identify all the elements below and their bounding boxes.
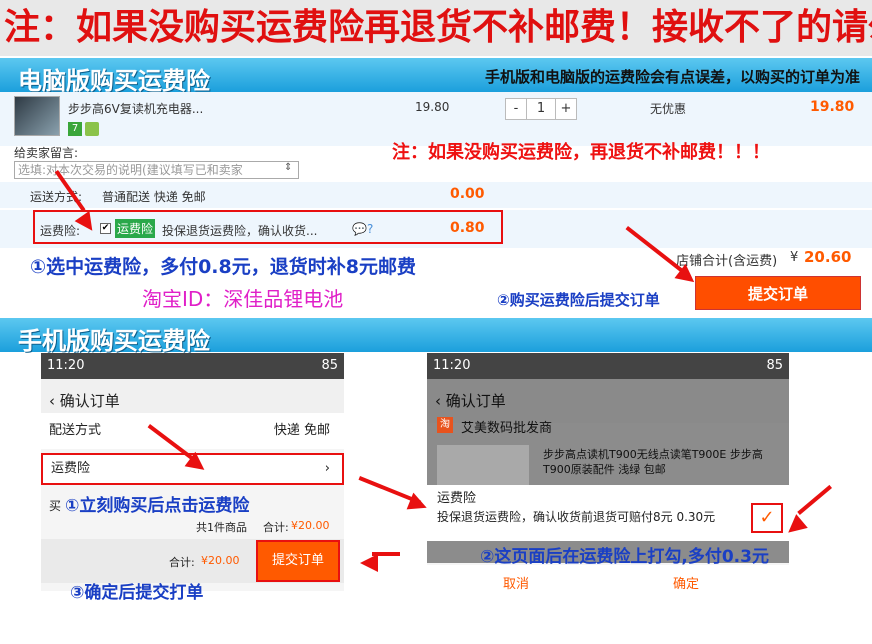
chevron-right-icon: › <box>324 461 330 476</box>
shipping-price: 0.00 <box>450 186 485 202</box>
message-label: 给卖家留言: <box>14 146 79 160</box>
right-product-title: 步步高点读机T900无线点读笔T900E 步步高T900原装配件 浅绿 包邮 <box>543 448 763 476</box>
pc-step2-text: ②购买运费险后提交订单 <box>497 291 660 309</box>
insurance-label: 运费险: <box>40 224 81 238</box>
info-icon[interactable]: 💬? <box>352 222 373 236</box>
delivery-row[interactable]: 配送方式 快递 免邮 <box>41 413 344 449</box>
popup-title: 运费险 <box>437 491 477 506</box>
pc-header-note: 手机版和电脑版的运费险会有点误差，以购买的订单为准 <box>484 68 860 86</box>
pc-section-header: 电脑版购买运费险 手机版和电脑版的运费险会有点误差，以购买的订单为准 <box>0 58 872 95</box>
pc-step1-text: ①选中运费险，多付0.8元，退货时补8元邮费 <box>30 256 416 278</box>
insurance-price: 0.80 <box>450 220 485 236</box>
shop-total-value: 20.60 <box>804 248 852 266</box>
quantity-stepper[interactable]: - 1 + <box>505 98 577 120</box>
bottom-total-value: ¥20.00 <box>201 554 240 567</box>
product-thumbnail[interactable] <box>14 96 60 136</box>
insurance-desc: 投保退货运费险，确认收货... <box>162 224 318 238</box>
delivery-value: 快递 免邮 <box>273 423 330 438</box>
cancel-button[interactable]: 取消 <box>503 573 529 592</box>
pc-submit-button[interactable]: 提交订单 <box>695 276 861 310</box>
qty-plus-button[interactable]: + <box>556 99 576 119</box>
right-product-image <box>437 445 529 485</box>
shipping-value: 普通配送 快递 免邮 <box>102 190 206 204</box>
popup-actions <box>427 565 789 603</box>
seven-day-return-icon: 7 <box>68 122 82 136</box>
right-battery: 85 <box>766 358 783 373</box>
right-time: 11:20 <box>433 358 471 373</box>
left-nav-title: 确认订单 <box>59 392 120 410</box>
item-count: 共1件商品 <box>196 521 247 534</box>
right-nav-title: 确认订单 <box>445 392 506 410</box>
discount-text: 无优惠 <box>650 102 687 116</box>
insurance-check-icon[interactable]: ✓ <box>751 503 783 533</box>
left-time: 11:20 <box>47 358 85 373</box>
bottom-total-label: 合计: <box>169 556 195 569</box>
left-status-bar: 11:20 85 <box>41 353 344 379</box>
mobile-step2-text: ②这页面后在运费险上打勾,多付0.3元 <box>480 547 769 567</box>
select-arrow-icon: ⇕ <box>284 162 293 173</box>
right-status-bar: 11:20 85 <box>427 353 789 379</box>
shop-total-label: 店铺合计(含运费) <box>676 254 778 269</box>
insurance-checkbox[interactable]: ✔ <box>100 223 111 234</box>
left-insurance-label: 运费险 <box>51 461 91 476</box>
mobile-header-title: 手机版购买运费险 <box>18 327 210 355</box>
right-back-icon[interactable]: ‹ <box>435 392 441 410</box>
left-battery: 85 <box>321 358 338 373</box>
taobao-id: 淘宝ID：深佳品锂电池 <box>142 287 344 311</box>
qty-value[interactable]: 1 <box>526 99 556 119</box>
qty-minus-button[interactable]: - <box>506 99 526 119</box>
back-icon[interactable]: ‹ <box>49 392 55 410</box>
count-total-label: 合计: <box>263 521 289 534</box>
mobile-step1-text: ①立刻购买后点击运费险 <box>65 496 250 516</box>
currency-symbol: ¥ <box>790 250 799 265</box>
mobile-submit-button[interactable]: 提交订单 <box>256 540 340 582</box>
product-name[interactable]: 步步高6V复读机充电器... <box>68 100 203 117</box>
pc-header-title: 电脑版购买运费险 <box>18 67 210 95</box>
arrow-6-head <box>360 554 378 572</box>
partial-text: 买 <box>49 499 62 513</box>
guarantee-icon <box>85 122 99 136</box>
mobile-step3-text: ③确定后提交打单 <box>70 583 204 603</box>
mobile-section-header: 手机版购买运费险 <box>0 318 872 355</box>
popup-desc: 投保退货运费险，确认收货前退货可赔付8元 0.30元 <box>437 510 716 524</box>
delivery-label: 配送方式 <box>49 423 102 438</box>
confirm-button[interactable]: 确定 <box>673 573 699 592</box>
insurance-tag: 运费险 <box>115 219 156 238</box>
count-total-value: ¥20.00 <box>291 519 330 532</box>
arrow-5 <box>797 484 832 515</box>
warning-banner: 注：如果没购买运费险再退货不补邮费！接收不了的请勿拍 <box>0 0 872 56</box>
pc-red-note: 注：如果没购买运费险，再退货不补邮费！！！ <box>392 142 770 163</box>
subtotal: 19.80 <box>810 99 855 115</box>
unit-price: 19.80 <box>415 100 450 114</box>
shop-name: 艾美数码批发商 <box>461 421 553 436</box>
taobao-shop-icon: 淘 <box>437 417 453 433</box>
